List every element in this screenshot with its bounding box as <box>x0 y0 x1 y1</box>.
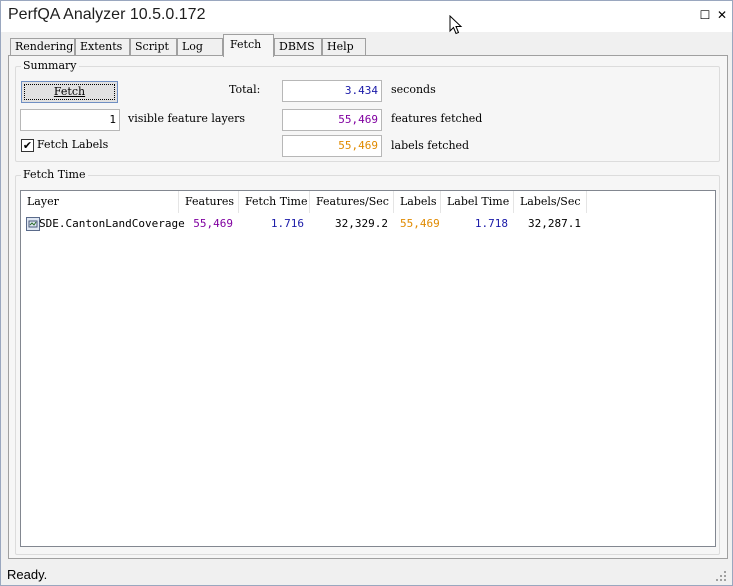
cell-labels-per-sec: 32,287.1 <box>528 217 581 230</box>
column-header-features-per-sec[interactable]: Features/Sec <box>310 191 394 213</box>
resize-grip-icon[interactable] <box>716 571 726 581</box>
fetch-time-group-label: Fetch Time <box>21 168 88 181</box>
fetch-labels-checkbox[interactable]: ✔ <box>21 139 34 152</box>
title-bar[interactable]: PerfQA Analyzer 10.5.0.172 ☐ ✕ <box>1 1 732 32</box>
cell-label-time: 1.718 <box>474 217 508 230</box>
summary-group: Summary Fetch Total: 3.434 seconds 1 vis… <box>15 59 720 162</box>
column-header-layer[interactable]: Layer <box>21 191 179 213</box>
tab-script[interactable]: Script <box>130 38 177 56</box>
features-fetched-label: features fetched <box>391 112 483 125</box>
checkmark-icon: ✔ <box>22 139 33 152</box>
fetch-button[interactable]: Fetch <box>21 81 118 103</box>
visible-layers-label: visible feature layers <box>128 112 246 125</box>
labels-fetched-field[interactable]: 55,469 <box>282 135 382 157</box>
app-window: PerfQA Analyzer 10.5.0.172 ☐ ✕ Rendering… <box>0 0 733 586</box>
column-header-features[interactable]: Features <box>179 191 239 213</box>
column-header-label-time[interactable]: Label Time <box>441 191 514 213</box>
close-icon[interactable]: ✕ <box>715 7 729 23</box>
status-bar: Ready. <box>1 563 732 585</box>
labels-fetched-label: labels fetched <box>391 139 470 152</box>
tab-extents[interactable]: Extents <box>75 38 130 56</box>
cell-features: 55,469 <box>193 217 233 230</box>
column-header-fetch-time[interactable]: Fetch Time <box>239 191 310 213</box>
column-header-labels[interactable]: Labels <box>394 191 441 213</box>
window-title: PerfQA Analyzer 10.5.0.172 <box>8 6 206 23</box>
list-header: Layer Features Fetch Time Features/Sec L… <box>21 191 715 213</box>
visible-layers-field[interactable]: 1 <box>20 109 120 131</box>
table-row[interactable]: SDE.CantonLandCoverage 55,469 1.716 32,3… <box>21 215 715 233</box>
tab-strip: Rendering Extents Script Log Fetch DBMS … <box>1 32 732 57</box>
cell-layer: SDE.CantonLandCoverage <box>39 217 185 230</box>
total-seconds-field[interactable]: 3.434 <box>282 80 382 102</box>
features-fetched-field[interactable]: 55,469 <box>282 109 382 131</box>
fetch-time-list[interactable]: Layer Features Fetch Time Features/Sec L… <box>20 190 716 547</box>
cell-labels: 55,469 <box>400 217 440 230</box>
total-label: Total: <box>229 83 261 96</box>
fetch-tab-page: Summary Fetch Total: 3.434 seconds 1 vis… <box>8 55 728 559</box>
tab-log[interactable]: Log <box>177 38 223 56</box>
status-text: Ready. <box>7 567 48 582</box>
cell-features-per-sec: 32,329.2 <box>335 217 388 230</box>
tab-dbms[interactable]: DBMS <box>274 38 322 56</box>
column-header-labels-per-sec[interactable]: Labels/Sec <box>514 191 587 213</box>
tab-rendering[interactable]: Rendering <box>10 38 75 56</box>
cell-fetch-time: 1.716 <box>270 217 304 230</box>
seconds-label: seconds <box>391 83 436 96</box>
maximize-icon[interactable]: ☐ <box>698 7 712 23</box>
summary-group-label: Summary <box>21 59 79 72</box>
fetch-labels-label[interactable]: Fetch Labels <box>37 138 108 151</box>
tab-fetch[interactable]: Fetch <box>223 34 274 57</box>
tab-help[interactable]: Help <box>322 38 366 56</box>
